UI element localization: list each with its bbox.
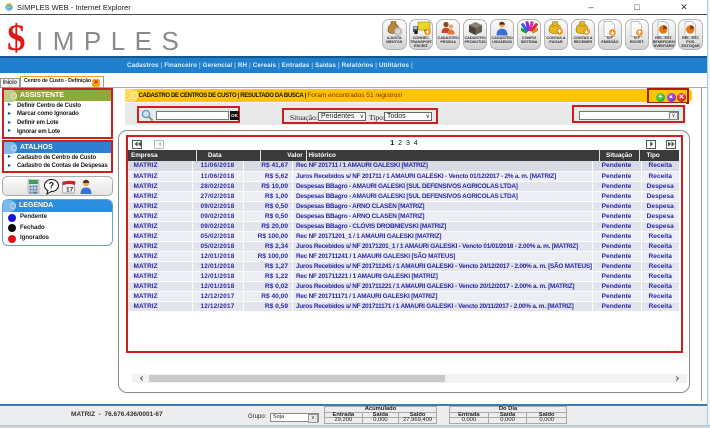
svg-text:17: 17: [66, 187, 74, 194]
svg-text:?: ?: [49, 181, 55, 191]
svg-text:e: e: [7, 5, 10, 12]
